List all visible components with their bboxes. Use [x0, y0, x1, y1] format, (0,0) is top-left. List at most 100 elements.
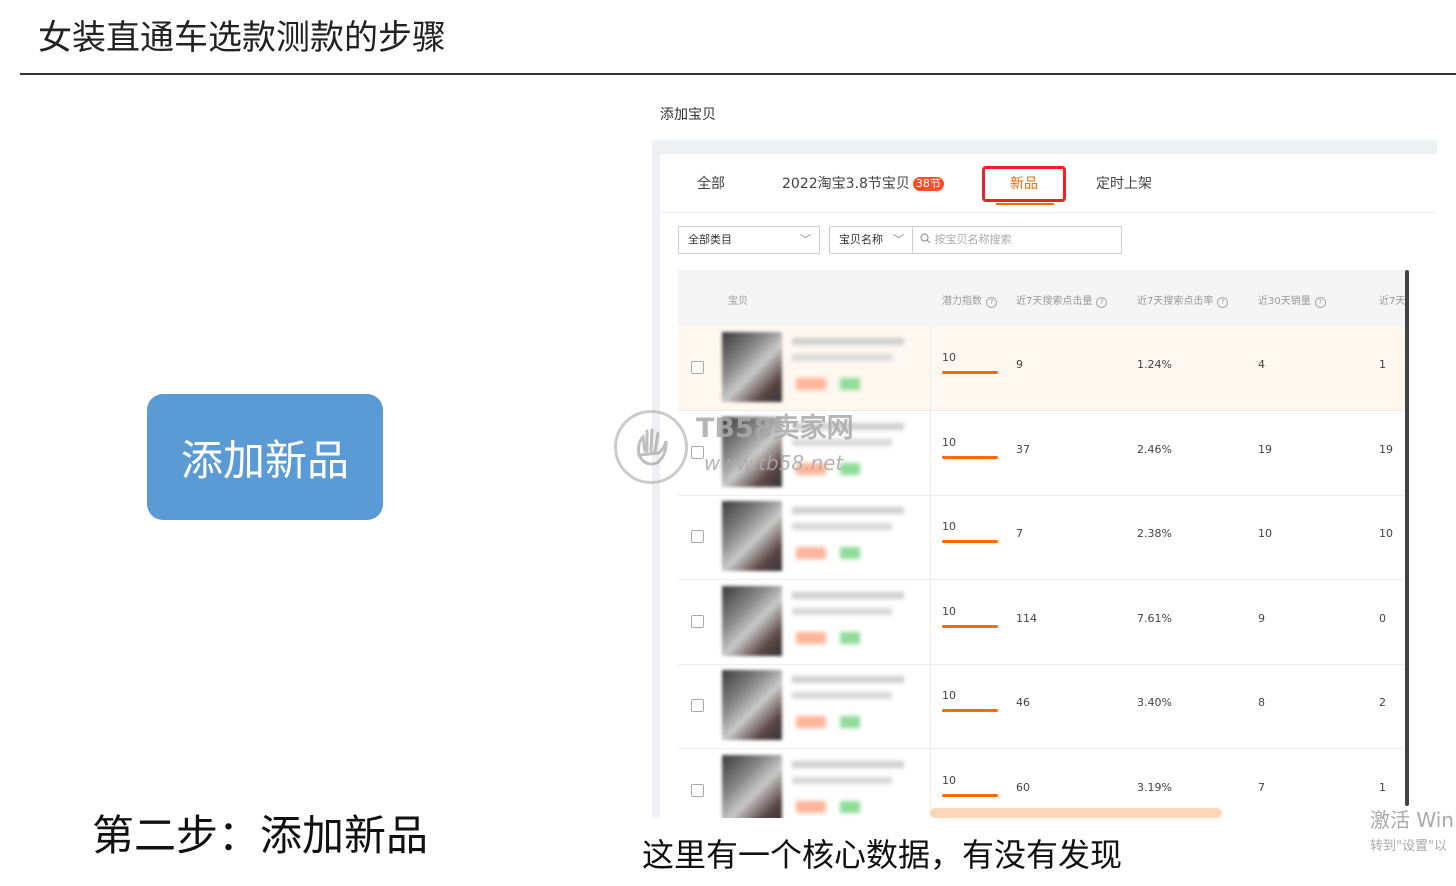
- tb58-logo-icon: [614, 410, 688, 484]
- potential-index: 10: [942, 774, 956, 787]
- search-field-select[interactable]: 宝贝名称 ﹀: [829, 226, 913, 254]
- row-checkbox[interactable]: [691, 445, 704, 459]
- blurred-price-tag: [796, 716, 826, 729]
- blurred-stock-tag: [840, 631, 860, 644]
- windows-activation-watermark: 激活 Win 转到"设置"以: [1370, 804, 1454, 854]
- help-circle-icon[interactable]: ?: [986, 297, 997, 308]
- col-7d-value: 19: [1379, 442, 1393, 456]
- potential-bar: [942, 540, 998, 544]
- col-7d-value: 2: [1379, 696, 1386, 710]
- watermark-url: www.tb58.net: [704, 451, 844, 475]
- row-checkbox[interactable]: [691, 530, 704, 544]
- blurred-product-title: [792, 676, 904, 684]
- table-row[interactable]: 10 114 7.61% 9 0: [678, 579, 1406, 665]
- search-placeholder: 按宝贝名称搜索: [934, 233, 1012, 246]
- col-7d-value: 1: [1379, 781, 1386, 794]
- row-checkbox[interactable]: [691, 361, 704, 374]
- row-checkbox[interactable]: [691, 784, 704, 797]
- tab-all[interactable]: 全部: [697, 173, 725, 193]
- col-7d-value: 0: [1379, 611, 1386, 625]
- blurred-product-title: [792, 692, 892, 700]
- ctr-7d: 3.40%: [1137, 696, 1172, 710]
- add-item-panel: 全部 2022淘宝3.8节宝贝 38节 新品 定时上架 全部类目 ﹀ 宝贝名称 ﹀: [652, 140, 1437, 818]
- tab-new-products[interactable]: 新品: [982, 166, 1066, 202]
- product-thumbnail: [722, 585, 782, 656]
- column-divider: [930, 749, 931, 818]
- table-row[interactable]: 10 9 1.24% 4 1: [678, 326, 1406, 411]
- bottom-caption: 这里有一个核心数据，有没有发现: [642, 836, 1123, 874]
- blurred-stock-tag: [840, 547, 860, 560]
- col-7d-value: 1: [1379, 358, 1386, 371]
- tab-38-festival[interactable]: 2022淘宝3.8节宝贝 38节: [782, 173, 944, 193]
- table-row[interactable]: 10 46 3.40% 8 2: [678, 664, 1406, 750]
- column-divider: [930, 664, 931, 749]
- potential-bar: [942, 709, 998, 713]
- title-divider: [20, 73, 1456, 75]
- blurred-product-title: [792, 507, 904, 515]
- header-sales-30d[interactable]: 近30天销量?: [1258, 292, 1326, 308]
- search-field-value: 宝贝名称: [839, 233, 883, 246]
- col-7d-value: 10: [1379, 527, 1393, 541]
- tab-label: 新品: [1010, 176, 1038, 192]
- search-input[interactable]: 按宝贝名称搜索: [912, 226, 1122, 254]
- ctr-7d: 2.46%: [1137, 442, 1172, 456]
- festival-badge: 38节: [912, 177, 944, 191]
- blurred-product-title: [792, 338, 904, 345]
- row-checkbox[interactable]: [691, 699, 704, 713]
- tab-label: 定时上架: [1096, 176, 1152, 192]
- row-checkbox[interactable]: [691, 614, 704, 628]
- potential-index: 10: [942, 520, 956, 534]
- blurred-price-tag: [796, 631, 826, 644]
- header-potential[interactable]: 潜力指数?: [942, 292, 997, 308]
- blurred-product-title: [792, 607, 892, 615]
- ctr-7d: 1.24%: [1137, 358, 1172, 371]
- sales-30d: 7: [1258, 781, 1265, 794]
- clicks-7d: 114: [1016, 611, 1037, 625]
- search-icon: [920, 233, 931, 244]
- product-table: 宝贝 潜力指数? 近7天搜索点击量? 近7天搜索点击率? 近30天销量? 近7天…: [678, 270, 1406, 818]
- potential-bar: [942, 455, 998, 459]
- product-thumbnail: [722, 670, 782, 741]
- clicks-7d: 9: [1016, 358, 1023, 371]
- column-divider: [930, 410, 931, 495]
- ctr-7d: 7.61%: [1137, 611, 1172, 625]
- column-divider: [930, 579, 931, 664]
- category-value: 全部类目: [688, 233, 732, 246]
- watermark-site-name: TB58卖家网: [696, 413, 854, 444]
- potential-index: 10: [942, 604, 956, 618]
- horizontal-scrollbar[interactable]: [930, 808, 1222, 818]
- table-row[interactable]: 10 7 2.38% 10 10: [678, 495, 1406, 581]
- clicks-7d: 7: [1016, 527, 1023, 541]
- sales-30d: 10: [1258, 527, 1272, 541]
- clicks-7d: 37: [1016, 442, 1030, 456]
- blurred-stock-tag: [840, 716, 860, 729]
- potential-index: 10: [942, 435, 956, 449]
- add-new-product-button[interactable]: 添加新品: [147, 394, 383, 520]
- activation-line2: 转到"设置"以: [1370, 839, 1447, 854]
- ctr-7d: 3.19%: [1137, 781, 1172, 794]
- help-circle-icon[interactable]: ?: [1096, 297, 1108, 308]
- help-circle-icon[interactable]: ?: [1314, 297, 1326, 308]
- blurred-product-title: [792, 777, 892, 784]
- category-select[interactable]: 全部类目 ﹀: [678, 226, 820, 254]
- help-circle-icon[interactable]: ?: [1217, 297, 1229, 308]
- header-item: 宝贝: [728, 296, 748, 307]
- header-ctr-7d[interactable]: 近7天搜索点击率?: [1137, 292, 1229, 308]
- blurred-product-title: [792, 354, 892, 361]
- sales-30d: 4: [1258, 358, 1265, 371]
- potential-bar: [942, 624, 998, 628]
- header-clicks-7d[interactable]: 近7天搜索点击量?: [1016, 292, 1108, 308]
- blurred-product-title: [792, 761, 904, 768]
- slide-title: 女装直通车选款测款的步骤: [38, 18, 446, 58]
- column-divider: [930, 495, 931, 580]
- potential-bar: [942, 794, 998, 797]
- blurred-product-title: [792, 523, 892, 531]
- blurred-price-tag: [796, 801, 826, 813]
- blurred-price-tag: [796, 547, 826, 560]
- potential-index: 10: [942, 351, 956, 364]
- product-thumbnail: [722, 755, 782, 818]
- blurred-price-tag: [796, 378, 826, 390]
- tab-scheduled[interactable]: 定时上架: [1096, 173, 1152, 193]
- vertical-scrollbar[interactable]: [1405, 270, 1409, 806]
- product-thumbnail: [722, 332, 782, 402]
